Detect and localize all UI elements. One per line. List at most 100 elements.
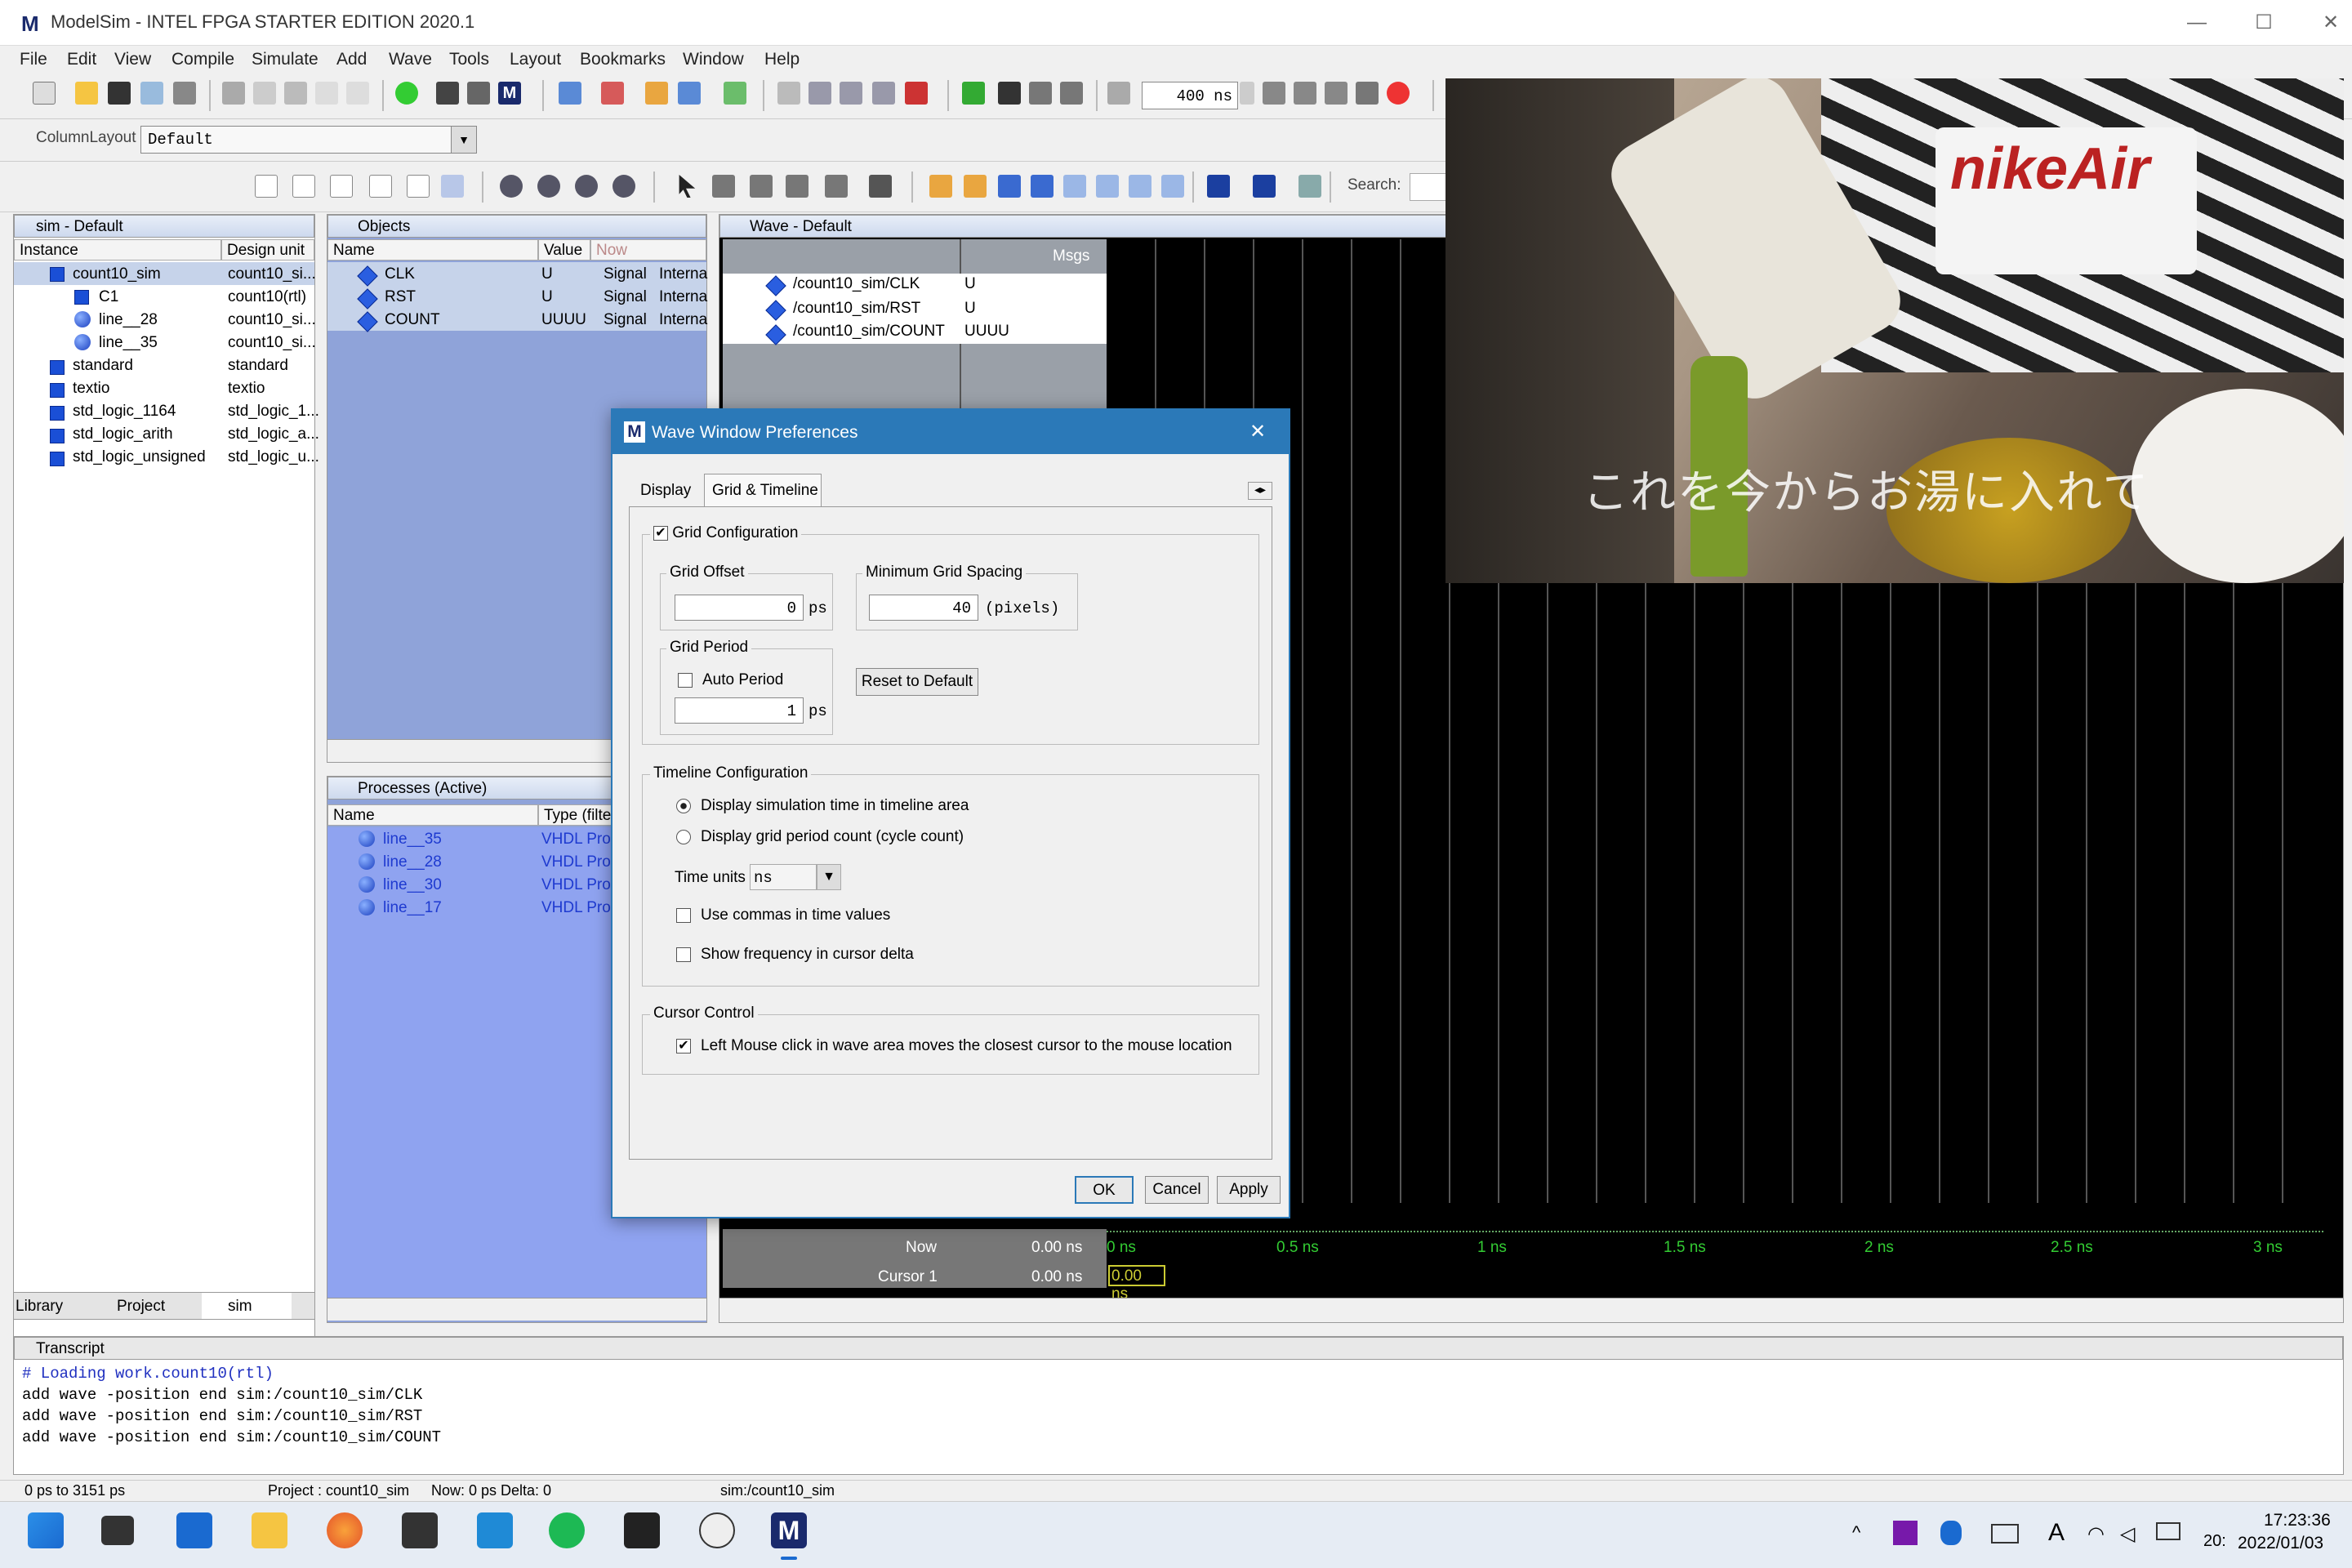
list-item[interactable]: line__30 (383, 876, 442, 894)
menu-bookmarks[interactable]: Bookmarks (580, 50, 666, 69)
minimize-button[interactable]: — (2180, 8, 2213, 38)
ime-language[interactable]: A (2048, 1519, 2065, 1547)
collapse-icon[interactable] (1253, 175, 1276, 198)
wifi-icon[interactable]: ◠ (2087, 1522, 2105, 1546)
menu-edit[interactable]: Edit (67, 50, 96, 69)
run-all-icon[interactable] (1325, 82, 1348, 105)
prev-edge-icon[interactable] (998, 175, 1021, 198)
stop-icon[interactable] (905, 82, 928, 105)
column-layout-select[interactable]: Default (140, 126, 477, 154)
next-edge-icon[interactable] (1031, 175, 1054, 198)
frequency-checkbox[interactable] (676, 947, 691, 962)
ok-button[interactable]: OK (1075, 1176, 1134, 1204)
up-arrow-icon[interactable] (998, 82, 1021, 105)
cursor-del-icon[interactable] (964, 175, 987, 198)
split-icon[interactable] (825, 175, 848, 198)
wrench-icon[interactable] (441, 175, 464, 198)
col-now[interactable]: Now (590, 239, 706, 261)
stop-run-icon[interactable] (1387, 82, 1410, 105)
radio-grid-count[interactable] (676, 830, 691, 844)
fall-edge-icon[interactable] (1063, 175, 1086, 198)
copy-icon[interactable] (253, 82, 276, 105)
goto-icon[interactable] (962, 82, 985, 105)
list-item[interactable]: CLK (385, 265, 415, 283)
wave-format-icon[interactable] (1298, 175, 1321, 198)
col-name[interactable]: Name (327, 804, 538, 826)
list-item[interactable]: RST (385, 288, 416, 306)
wave-signal-name[interactable]: /count10_sim/COUNT (793, 323, 945, 341)
simulate-icon[interactable] (645, 82, 668, 105)
gear-icon[interactable] (500, 175, 523, 198)
taskbar-time[interactable]: 17:23:36 (2264, 1511, 2331, 1530)
menu-help[interactable]: Help (764, 50, 800, 69)
step-icon[interactable] (777, 82, 800, 105)
edge-icon[interactable] (1161, 175, 1184, 198)
back-arrow-icon[interactable] (1029, 82, 1052, 105)
firefox-icon[interactable] (327, 1512, 363, 1548)
wave-signal-name[interactable]: /count10_sim/RST (793, 300, 920, 318)
taskbar-date[interactable]: 2022/01/03 (2238, 1534, 2323, 1553)
clock-icon[interactable] (699, 1512, 735, 1548)
menu-file[interactable]: File (20, 50, 47, 69)
windows-start-icon[interactable] (28, 1512, 64, 1548)
list-item[interactable]: std_logic_1164 (73, 403, 176, 421)
list-item[interactable]: line__17 (383, 899, 442, 917)
list-item[interactable]: standard (73, 357, 133, 375)
processes-scrollbar[interactable] (327, 1298, 706, 1321)
step-over-icon[interactable] (808, 82, 831, 105)
print-icon[interactable] (173, 82, 196, 105)
tab-scroll-icon[interactable]: ◂▸ (1248, 482, 1272, 500)
time-units-select[interactable]: ns (750, 864, 817, 890)
grid-offset-input[interactable]: 0 (675, 595, 804, 621)
save-icon[interactable] (108, 82, 131, 105)
terminal-icon[interactable] (624, 1512, 660, 1548)
clapper-icon[interactable] (402, 1512, 438, 1548)
io-icon[interactable] (330, 175, 353, 198)
pointer-icon[interactable] (679, 175, 696, 198)
list-item[interactable]: line__35 (383, 831, 442, 849)
all-icon[interactable] (407, 175, 430, 198)
chevron-down-icon[interactable]: ▼ (817, 864, 841, 890)
list-item[interactable]: std_logic_arith (73, 425, 173, 443)
widgets-icon[interactable] (176, 1512, 212, 1548)
forward-arrow-icon[interactable] (1060, 82, 1083, 105)
cancel-button[interactable]: Cancel (1145, 1176, 1209, 1204)
chevron-down-icon[interactable]: ▼ (451, 126, 477, 154)
video-overlay[interactable]: nikeAir これを今からお湯に入れて (1446, 78, 2344, 583)
onenote-icon[interactable] (1893, 1521, 1918, 1545)
cursor-click-checkbox[interactable]: ✔ (676, 1039, 691, 1054)
list-item[interactable]: line__35 (99, 334, 158, 352)
radio-sim-time[interactable] (676, 799, 691, 813)
list-item[interactable]: line__28 (99, 311, 158, 329)
menu-wave[interactable]: Wave (389, 50, 432, 69)
cursor-add-icon[interactable] (929, 175, 952, 198)
open-folder-icon[interactable] (75, 82, 98, 105)
tab-project[interactable]: Project (117, 1298, 165, 1316)
list-item[interactable]: C1 (99, 288, 118, 306)
tab-library[interactable]: Library (16, 1298, 63, 1316)
edit-wave-icon[interactable] (786, 175, 808, 198)
find-icon[interactable] (436, 82, 459, 105)
list-item[interactable]: COUNT (385, 311, 440, 329)
menu-compile[interactable]: Compile (172, 50, 234, 69)
restart-icon[interactable] (724, 82, 746, 105)
tab-grid-timeline[interactable]: Grid & Timeline (712, 482, 818, 500)
reset-default-button[interactable]: Reset to Default (856, 668, 978, 696)
file-explorer-icon[interactable] (252, 1512, 287, 1548)
modelsim-icon[interactable]: M (498, 82, 521, 105)
tab-display[interactable]: Display (640, 482, 691, 500)
list-item[interactable]: std_logic_unsigned (73, 448, 206, 466)
auto-period-checkbox[interactable] (678, 673, 693, 688)
chevron-up-icon[interactable]: ^ (1852, 1522, 1860, 1544)
menu-add[interactable]: Add (336, 50, 367, 69)
list-item[interactable]: textio (73, 380, 109, 398)
cut-icon[interactable] (222, 82, 245, 105)
paste-icon[interactable] (284, 82, 307, 105)
battery-icon[interactable] (2156, 1522, 2180, 1540)
menu-view[interactable]: View (114, 50, 151, 69)
list-item[interactable]: count10_sim (73, 265, 161, 283)
undo-icon[interactable] (315, 82, 338, 105)
grid-period-input[interactable]: 1 (675, 697, 804, 724)
col-design-unit[interactable]: Design unit (221, 239, 314, 261)
break-run-icon[interactable] (1356, 82, 1379, 105)
